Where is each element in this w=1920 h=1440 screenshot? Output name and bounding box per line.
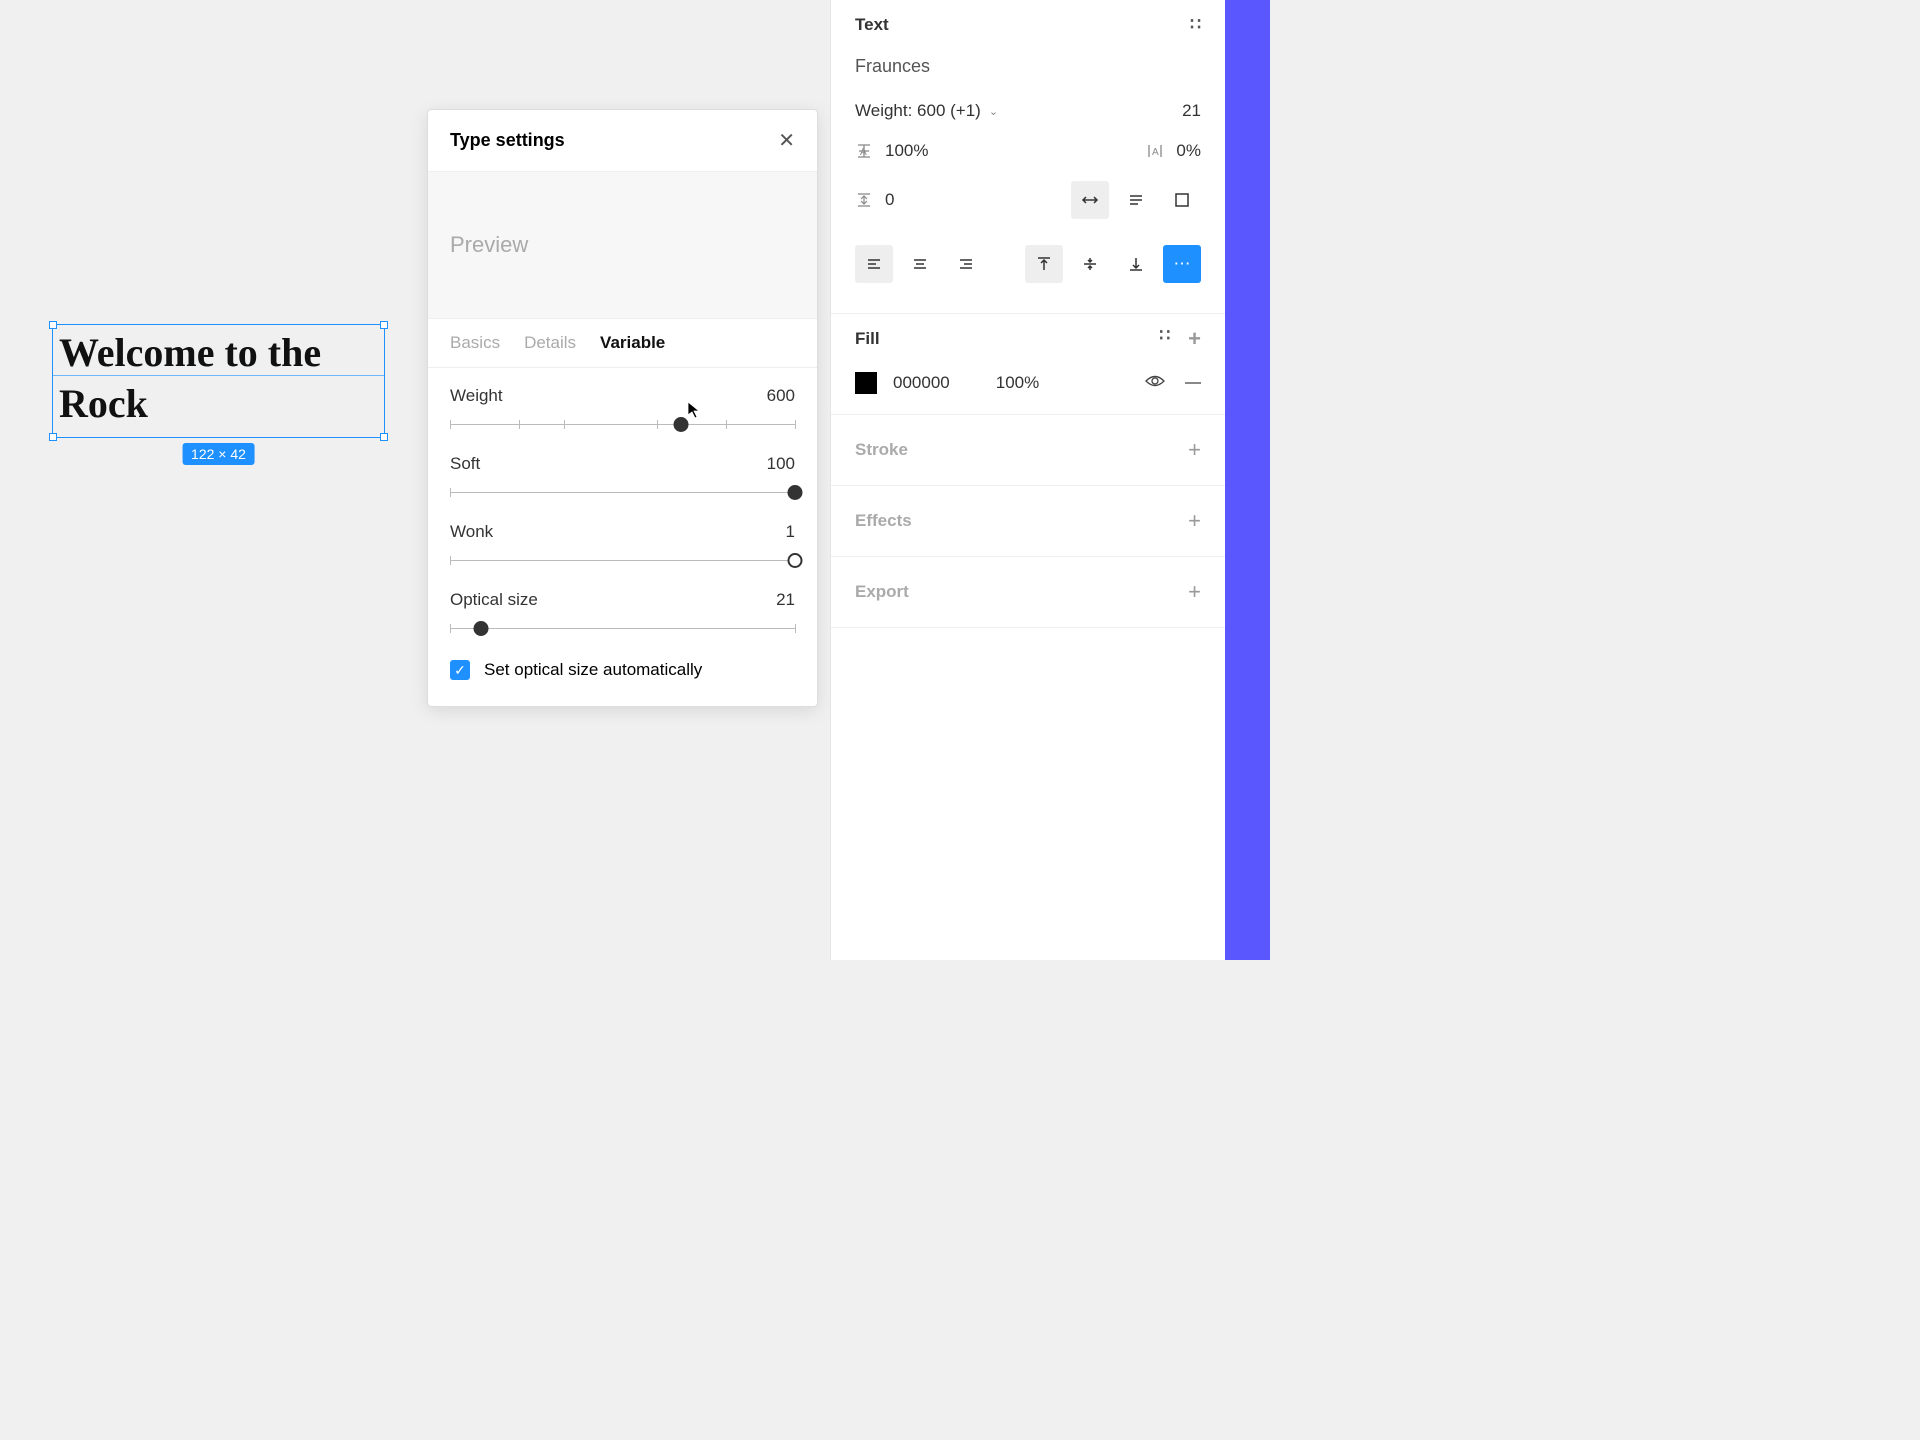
paragraph-spacing-value: 0 xyxy=(885,190,894,210)
align-middle-button[interactable] xyxy=(1071,245,1109,283)
svg-text:A: A xyxy=(1152,147,1159,158)
section-title-stroke: Stroke xyxy=(855,440,908,460)
add-effect-button[interactable]: + xyxy=(1188,508,1201,534)
axis-soft-value[interactable]: 100 xyxy=(767,454,795,474)
more-options-button[interactable]: ⋯ xyxy=(1163,245,1201,283)
font-family-value[interactable]: Fraunces xyxy=(855,50,1201,91)
fill-opacity-value[interactable]: 100% xyxy=(996,373,1039,393)
slider-thumb[interactable] xyxy=(674,417,689,432)
letter-spacing-value: 0% xyxy=(1176,141,1201,161)
axis-optical-label: Optical size xyxy=(450,590,538,610)
font-size-input[interactable]: 21 xyxy=(1182,101,1201,121)
auto-height-button[interactable] xyxy=(1117,181,1155,219)
svg-text:A: A xyxy=(860,147,867,158)
checkbox-checked-icon[interactable]: ✓ xyxy=(450,660,470,680)
tab-variable[interactable]: Variable xyxy=(600,333,665,353)
axis-weight-label: Weight xyxy=(450,386,503,406)
auto-width-button[interactable] xyxy=(1071,181,1109,219)
optical-auto-label: Set optical size automatically xyxy=(484,660,702,680)
style-dots-icon[interactable]: ∷ xyxy=(1190,15,1201,35)
section-title-text: Text xyxy=(855,15,889,35)
axis-optical-value[interactable]: 21 xyxy=(776,590,795,610)
type-settings-popover: Type settings ✕ Preview Basics Details V… xyxy=(427,109,818,707)
axis-optical-slider[interactable] xyxy=(450,620,795,638)
optical-auto-row[interactable]: ✓ Set optical size automatically xyxy=(450,660,795,680)
align-right-button[interactable] xyxy=(947,245,985,283)
slider-thumb[interactable] xyxy=(788,485,803,500)
line-height-field[interactable]: A 100% xyxy=(855,141,928,161)
axis-weight: Weight 600 xyxy=(450,386,795,434)
slider-thumb[interactable] xyxy=(474,621,489,636)
axis-wonk-value[interactable]: 1 xyxy=(786,522,795,542)
chevron-down-icon: ⌄ xyxy=(989,105,998,118)
slider-thumb[interactable] xyxy=(788,553,803,568)
section-title-fill: Fill xyxy=(855,329,880,349)
selection-midline xyxy=(53,375,384,376)
preview-area: Preview xyxy=(428,172,817,319)
axis-weight-slider[interactable] xyxy=(450,416,795,434)
axis-soft-label: Soft xyxy=(450,454,480,474)
tab-details[interactable]: Details xyxy=(524,333,576,353)
remove-fill-button[interactable] xyxy=(1185,382,1201,384)
section-title-effects: Effects xyxy=(855,511,912,531)
add-stroke-button[interactable]: + xyxy=(1188,437,1201,463)
properties-sidebar: Text ∷ Fraunces Weight: 600 (+1) ⌄ 21 A … xyxy=(830,0,1225,960)
font-weight-dropdown[interactable]: Weight: 600 (+1) ⌄ xyxy=(855,101,998,121)
paragraph-spacing-field[interactable]: 0 xyxy=(855,190,894,210)
style-dots-icon[interactable]: ∷ xyxy=(1159,326,1170,352)
canvas-text[interactable]: Welcome to the Rock xyxy=(53,325,384,431)
popover-title: Type settings xyxy=(450,130,565,151)
axis-optical: Optical size 21 xyxy=(450,590,795,638)
add-export-button[interactable]: + xyxy=(1188,579,1201,605)
letter-spacing-field[interactable]: A 0% xyxy=(1146,141,1201,161)
fixed-size-button[interactable] xyxy=(1163,181,1201,219)
visibility-icon[interactable] xyxy=(1145,373,1165,393)
axis-wonk-label: Wonk xyxy=(450,522,493,542)
align-left-button[interactable] xyxy=(855,245,893,283)
fill-color-swatch[interactable] xyxy=(855,372,877,394)
dimensions-badge: 122 × 42 xyxy=(182,443,255,465)
resize-handle-bl[interactable] xyxy=(49,433,57,441)
resize-handle-tr[interactable] xyxy=(380,321,388,329)
popover-tabs: Basics Details Variable xyxy=(428,319,817,368)
right-edge-strip xyxy=(1225,0,1270,960)
font-weight-label: Weight: 600 (+1) xyxy=(855,101,981,121)
align-center-button[interactable] xyxy=(901,245,939,283)
section-title-export: Export xyxy=(855,582,909,602)
fill-hex-value[interactable]: 000000 xyxy=(893,373,950,393)
axis-soft: Soft 100 xyxy=(450,454,795,502)
align-bottom-button[interactable] xyxy=(1117,245,1155,283)
add-fill-button[interactable]: + xyxy=(1188,326,1201,352)
line-height-value: 100% xyxy=(885,141,928,161)
align-top-button[interactable] xyxy=(1025,245,1063,283)
axis-wonk-slider[interactable] xyxy=(450,552,795,570)
axis-wonk: Wonk 1 xyxy=(450,522,795,570)
tab-basics[interactable]: Basics xyxy=(450,333,500,353)
resize-handle-tl[interactable] xyxy=(49,321,57,329)
axis-weight-value[interactable]: 600 xyxy=(767,386,795,406)
close-icon[interactable]: ✕ xyxy=(778,128,795,153)
resize-handle-br[interactable] xyxy=(380,433,388,441)
axis-soft-slider[interactable] xyxy=(450,484,795,502)
selected-text-frame[interactable]: Welcome to the Rock 122 × 42 xyxy=(52,324,385,438)
